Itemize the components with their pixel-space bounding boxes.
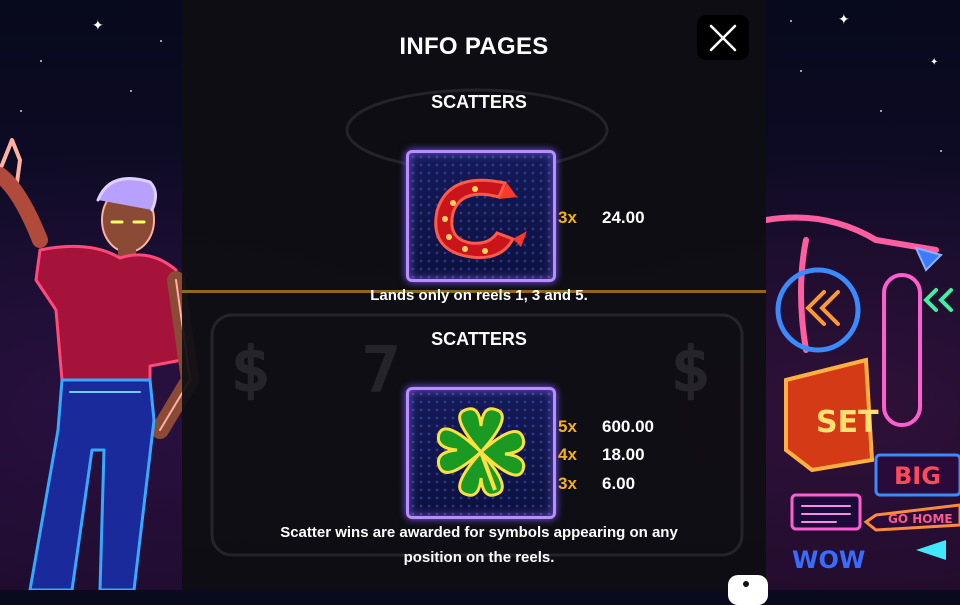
star-dot bbox=[130, 90, 132, 92]
four-leaf-clover-icon bbox=[436, 407, 526, 497]
sign-set-text: SET bbox=[816, 405, 879, 440]
star-dot bbox=[40, 60, 42, 62]
scatter-wins-note-line1: Scatter wins are awarded for symbols app… bbox=[280, 524, 678, 541]
sign-go-home-text: GO HOME bbox=[888, 512, 953, 526]
star-dot bbox=[790, 20, 792, 22]
section-heading-scatters-1: SCATTERS bbox=[431, 92, 527, 112]
dialog-title: INFO PAGES bbox=[399, 33, 549, 60]
clover-symbol-tile bbox=[406, 387, 556, 519]
scatter-reel-note: Lands only on reels 1, 3 and 5. bbox=[370, 287, 588, 304]
payout-row: 4x 18.00 bbox=[558, 444, 645, 466]
scatter-wins-note-line2: position on the reels. bbox=[403, 549, 555, 566]
section-heading-scatters-2: SCATTERS bbox=[431, 329, 527, 349]
star-dot bbox=[800, 70, 802, 72]
star-icon: ✦ bbox=[92, 17, 104, 33]
info-dot-icon bbox=[743, 581, 749, 587]
sign-big-text: BIG bbox=[894, 462, 941, 490]
neon-dancer-illustration bbox=[0, 138, 199, 590]
payout-row: 5x 600.00 bbox=[558, 416, 654, 438]
star-dot bbox=[940, 150, 942, 152]
payout-row: 3x 6.00 bbox=[558, 473, 635, 495]
sign-wow-text: WOW bbox=[792, 546, 865, 574]
payout-value: 6.00 bbox=[602, 474, 636, 493]
payout-multiplier: 3x bbox=[558, 474, 577, 493]
menu-toggle-button[interactable] bbox=[728, 575, 768, 605]
star-dot bbox=[160, 40, 162, 42]
payout-multiplier: 5x bbox=[558, 417, 577, 436]
star-icon: ✦ bbox=[930, 57, 939, 68]
payout-value: 18.00 bbox=[602, 445, 645, 464]
neon-signs-illustration: SET BIG GO HOME WOW bbox=[766, 214, 960, 574]
payout-multiplier: 4x bbox=[558, 445, 577, 464]
payout-value: 600.00 bbox=[602, 417, 654, 436]
star-icon: ✦ bbox=[838, 11, 850, 27]
payout-row: 3x 24.00 bbox=[558, 207, 645, 229]
payout-value: 24.00 bbox=[602, 208, 645, 227]
star-dot bbox=[880, 110, 882, 112]
horseshoe-icon bbox=[434, 178, 527, 260]
horseshoe-symbol-tile bbox=[406, 150, 556, 282]
payout-multiplier: 3x bbox=[558, 208, 577, 227]
star-dot bbox=[20, 110, 22, 112]
